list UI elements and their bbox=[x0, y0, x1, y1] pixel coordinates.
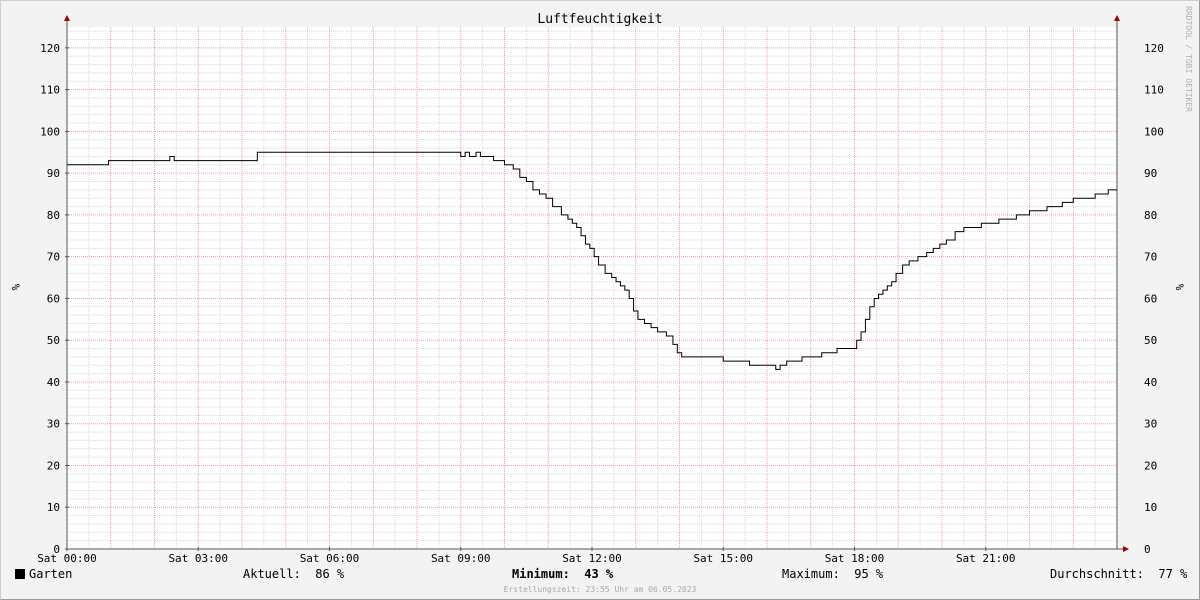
rrdtool-watermark: RRDTOOL / TOBI OETIKER bbox=[1184, 6, 1193, 112]
x-tick-label: Sat 00:00 bbox=[37, 552, 97, 565]
y-tick-label-left: 120 bbox=[40, 42, 60, 55]
legend-swatch bbox=[15, 569, 25, 579]
minimum-label: Minimum: bbox=[512, 567, 570, 581]
x-tick-label: Sat 21:00 bbox=[956, 552, 1016, 565]
grid bbox=[67, 27, 1118, 549]
chart-title: Luftfeuchtigkeit bbox=[537, 12, 662, 27]
y-tick-label-right: 100 bbox=[1144, 125, 1164, 138]
legend-current: Aktuell: 86 % bbox=[243, 567, 344, 581]
x-tick-labels: Sat 00:00 Sat 03:00 Sat 06:00 Sat 09:00 Sat … bbox=[37, 552, 1015, 565]
y-tick-label-left: 100 bbox=[40, 125, 60, 138]
x-tick-label: Sat 03:00 bbox=[168, 552, 228, 565]
y-tick-label-right: 110 bbox=[1144, 84, 1164, 97]
current-label: Aktuell: bbox=[243, 567, 301, 581]
x-tick-label: Sat 15:00 bbox=[693, 552, 753, 565]
legend-maximum: Maximum: 95 % bbox=[782, 567, 883, 581]
y-tick-label-right: 60 bbox=[1144, 292, 1157, 305]
maximum-value: 95 % bbox=[854, 567, 884, 581]
legend-average: Durchschnitt: 77 % bbox=[1050, 567, 1187, 581]
y-tick-label-left: 80 bbox=[47, 209, 60, 222]
x-tick-label: Sat 06:00 bbox=[300, 552, 360, 565]
x-tick-label: Sat 18:00 bbox=[825, 552, 885, 565]
y-tick-label-right: 20 bbox=[1144, 459, 1157, 472]
y-tick-label-right: 10 bbox=[1144, 501, 1157, 514]
y-tick-label-left: 20 bbox=[47, 459, 60, 472]
minimum-value: 43 % bbox=[584, 567, 614, 581]
y-tick-label-right: 80 bbox=[1144, 209, 1157, 222]
y-tick-label-left: 90 bbox=[47, 167, 60, 180]
x-axis-arrow bbox=[1123, 546, 1129, 552]
legend-series: Garten bbox=[15, 567, 72, 581]
y-tick-label-right: 120 bbox=[1144, 42, 1164, 55]
y-tick-label-left: 70 bbox=[47, 251, 60, 264]
y-tick-label-left: 40 bbox=[47, 376, 60, 389]
humidity-chart: 0 010 1020 2030 3040 4050 5060 6070 7080 8090 9010… bbox=[9, 6, 1193, 565]
y-tick-label-left: 30 bbox=[47, 418, 60, 431]
y-axis-arrow-left bbox=[64, 15, 70, 21]
average-value: 77 % bbox=[1158, 567, 1188, 581]
y-axis-label-left: % bbox=[9, 284, 22, 291]
y-tick-label-right: 40 bbox=[1144, 376, 1157, 389]
y-tick-label-right: 50 bbox=[1144, 334, 1157, 347]
creation-time-note: Erstellungszeit: 23:55 Uhr am 06.05.2023 bbox=[503, 585, 697, 594]
y-tick-label-left: 10 bbox=[47, 501, 60, 514]
y-axis-arrow-right bbox=[1114, 15, 1120, 21]
maximum-label: Maximum: bbox=[782, 567, 840, 581]
y-tick-label-right: 0 bbox=[1144, 543, 1151, 556]
y-tick-label-left: 60 bbox=[47, 292, 60, 305]
x-tick-label: Sat 09:00 bbox=[431, 552, 491, 565]
y-tick-label-right: 90 bbox=[1144, 167, 1157, 180]
y-tick-label-right: 30 bbox=[1144, 418, 1157, 431]
legend-minimum: Minimum: 43 % bbox=[512, 567, 613, 581]
y-tick-label-left: 110 bbox=[40, 84, 60, 97]
average-label: Durchschnitt: bbox=[1050, 567, 1144, 581]
y-tick-label-right: 70 bbox=[1144, 251, 1157, 264]
y-axis-label-right: % bbox=[1173, 284, 1186, 291]
y-tick-label-left: 50 bbox=[47, 334, 60, 347]
legend-series-name: Garten bbox=[29, 567, 73, 581]
current-value: 86 % bbox=[315, 567, 345, 581]
x-tick-label: Sat 12:00 bbox=[562, 552, 622, 565]
